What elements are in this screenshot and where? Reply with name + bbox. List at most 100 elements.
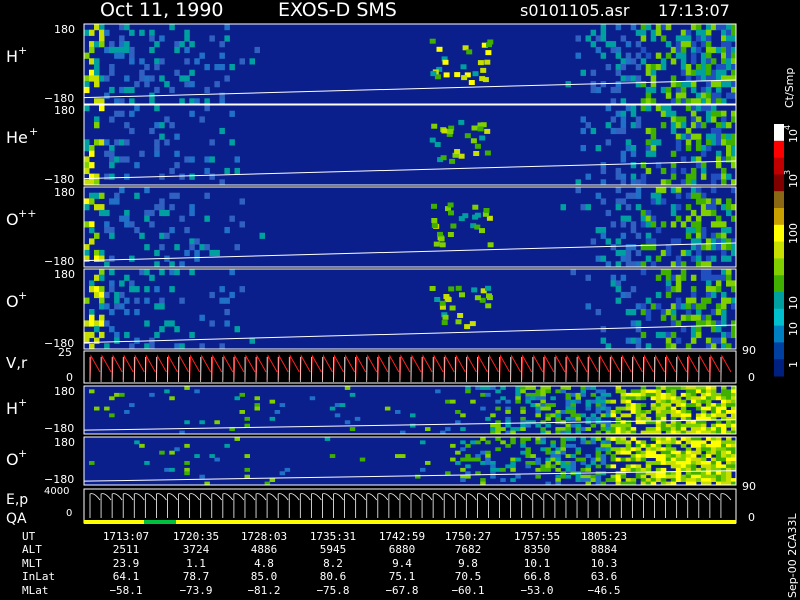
spectrogram-cell [675, 386, 682, 390]
spectrogram-cell [89, 29, 95, 36]
burst-cell [464, 133, 471, 139]
spectrogram-cell [700, 474, 707, 479]
spectrogram-cell [84, 331, 90, 339]
spectrogram-cell [620, 437, 627, 441]
spectrogram-cell [525, 454, 531, 458]
spectrogram-cell [209, 173, 215, 180]
spectrogram-cell [705, 406, 712, 411]
spectrogram-cell [495, 447, 501, 452]
spectrogram-cell [625, 392, 632, 397]
spectrogram-cell [680, 386, 687, 390]
spectrogram-cell [635, 320, 642, 327]
spectrogram-cell [675, 464, 682, 469]
spectrogram-cell [425, 427, 431, 431]
spectrogram-cell [109, 162, 115, 169]
spectrogram-cell [721, 221, 727, 228]
spectrogram-cell [104, 221, 110, 228]
spectrogram-cell [705, 139, 712, 146]
spectrogram-cell [650, 35, 657, 42]
spectrogram-cell [189, 110, 195, 117]
spectrogram-cell [670, 167, 677, 175]
spectrogram-cell [124, 75, 130, 82]
spectrogram-cell [630, 24, 637, 31]
spectrogram-cell [545, 423, 551, 428]
spectrogram-cell [620, 392, 627, 397]
spectrogram-cell [199, 244, 205, 251]
spectrogram-cell [640, 474, 647, 479]
spectrogram-cell [670, 150, 677, 157]
spectrogram-cell [580, 389, 586, 394]
spectrogram-cell [515, 427, 521, 431]
spectrogram-cell [585, 467, 591, 472]
spectrogram-cell [715, 46, 722, 54]
spectrogram-cell [84, 249, 90, 257]
spectrogram-cell [690, 450, 697, 455]
spectrogram-cell [530, 420, 536, 425]
spectrogram-cell [685, 41, 692, 48]
spectrogram-cell [650, 403, 657, 407]
spectrogram-cell [705, 274, 712, 281]
spectrogram-cell [129, 58, 135, 65]
spectrogram-cell [580, 413, 586, 418]
spectrogram-cell [570, 464, 576, 469]
panel-charge-label: ++ [18, 207, 36, 220]
burst-cell [441, 320, 448, 326]
spectrogram-cell [309, 396, 316, 401]
spectrogram-cell [540, 403, 546, 407]
spectrogram-cell [726, 150, 732, 157]
spectrogram-cell [620, 122, 627, 129]
spectrogram-cell [690, 454, 697, 458]
burst-cell [431, 123, 438, 129]
ephemeris-value: 10.3 [591, 557, 618, 570]
spectrogram-cell [645, 86, 652, 94]
spectrogram-cell [670, 331, 677, 339]
spectrogram-cell [695, 198, 702, 205]
spectrogram-cell [625, 41, 632, 48]
spectrogram-cell [700, 204, 707, 211]
spectrogram-cell [665, 286, 672, 293]
spectrogram-cell [324, 437, 331, 441]
spectrogram-cell [685, 464, 692, 469]
spectrogram-cell [650, 75, 657, 82]
spectrogram-cell [500, 467, 506, 472]
spectrogram-cell [695, 440, 702, 445]
spectrogram-cell [174, 192, 180, 199]
spectrogram-cell [665, 110, 672, 117]
spectrogram-cell [420, 467, 426, 472]
spectrogram-cell [625, 75, 632, 82]
spectrogram-cell [214, 420, 220, 425]
spectrogram-cell [615, 24, 622, 31]
spectrogram-cell [615, 46, 622, 54]
spectrogram-cell [535, 440, 541, 445]
spectrogram-cell [555, 389, 561, 394]
spectrogram-cell [495, 427, 501, 431]
spectrogram-cell [635, 474, 642, 479]
spectrogram-cell [705, 450, 712, 455]
spectrogram-cell [695, 92, 702, 99]
spectrogram-cell [630, 227, 637, 234]
spectrogram-cell [660, 110, 667, 117]
burst-cell [431, 223, 438, 228]
spectrogram-cell [625, 192, 632, 199]
spectrogram-cell [610, 116, 617, 123]
spectrogram-cell [104, 92, 110, 99]
spectrogram-cell [525, 423, 531, 428]
spectrogram-cell [685, 457, 692, 462]
spectrogram-cell [645, 167, 652, 175]
spectrogram-cell [625, 427, 632, 431]
spectrogram-cell [705, 474, 712, 479]
spectrogram-cell [705, 337, 712, 344]
spectrogram-cell [139, 443, 145, 448]
spectrogram-cell [620, 64, 627, 71]
spectrogram-cell [455, 450, 461, 455]
spectrogram-cell [114, 337, 120, 344]
spectrogram-cell [726, 255, 732, 262]
spectrogram-cell [635, 52, 642, 59]
ep-ymax: 4000 [44, 486, 69, 497]
spectrogram-cell [721, 227, 727, 234]
burst-cell [484, 150, 491, 156]
spectrogram-cell [710, 127, 717, 135]
spectrogram-cell [535, 467, 541, 472]
spectrogram-cell [99, 192, 105, 199]
spectrogram-cell [94, 122, 100, 129]
